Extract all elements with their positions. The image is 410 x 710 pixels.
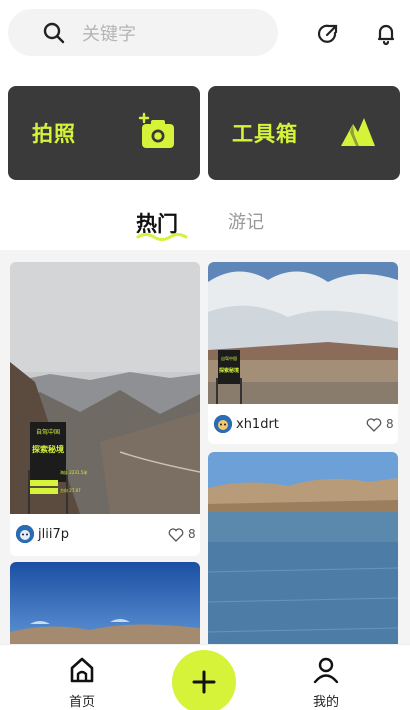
- post-card[interactable]: 自驾中国 探索秘境 海拔 2231.5米 方向 27.07 jlii7p 8: [10, 262, 200, 556]
- sign-text-small-1: 海拔 2231.5米: [60, 469, 87, 475]
- search-placeholder: 关键字: [82, 23, 136, 45]
- post-photo: 自驾中国 探索秘境: [208, 262, 398, 404]
- share-button[interactable]: [314, 20, 342, 48]
- search-box[interactable]: 关键字: [8, 9, 278, 56]
- sign-text-top: 自驾中国: [36, 428, 60, 436]
- heart-icon[interactable]: [168, 527, 184, 543]
- cat-avatar-icon: [16, 525, 34, 543]
- post-footer: jlii7p 8: [10, 514, 200, 554]
- tab-travelogue[interactable]: 游记: [228, 208, 264, 234]
- photo-card[interactable]: 拍照: [8, 86, 200, 180]
- add-post-button[interactable]: [172, 650, 236, 710]
- notification-button[interactable]: [372, 20, 400, 48]
- nav-home[interactable]: 首页: [52, 655, 112, 710]
- nav-me[interactable]: 我的: [296, 655, 356, 710]
- post-photo: [208, 452, 398, 650]
- like-count: 8: [386, 417, 394, 431]
- avatar[interactable]: [214, 415, 232, 433]
- sign-text-main: 探索秘境: [219, 367, 239, 374]
- toolbox-card[interactable]: 工具箱: [208, 86, 400, 180]
- nav-home-label: 首页: [68, 695, 95, 710]
- post-card[interactable]: [208, 452, 398, 650]
- user-icon: [313, 657, 339, 684]
- sign-text-top: 自驾中国: [221, 355, 237, 361]
- post-photo: 自驾中国 探索秘境 海拔 2231.5米 方向 27.07: [10, 262, 200, 514]
- post-photo: [10, 562, 200, 650]
- share-icon: [318, 24, 338, 43]
- search-icon: [43, 22, 65, 44]
- post-card[interactable]: [10, 562, 200, 650]
- photo-card-label: 拍照: [32, 122, 76, 146]
- nav-me-label: 我的: [312, 695, 339, 710]
- toolbox-card-label: 工具箱: [232, 122, 298, 146]
- avatar[interactable]: [16, 525, 34, 543]
- tab-hot-indicator: [136, 233, 188, 241]
- top-bar: 关键字: [0, 0, 410, 66]
- sign-text-main: 探索秘境: [32, 444, 64, 454]
- post-card[interactable]: 自驾中国 探索秘境 xh1drt 8: [208, 262, 398, 444]
- feed-grid: 自驾中国 探索秘境 海拔 2231.5米 方向 27.07 jlii7p 8 自…: [0, 250, 410, 650]
- cat-avatar-icon: [214, 415, 232, 433]
- post-username[interactable]: jlii7p: [38, 527, 69, 542]
- plus-icon: [192, 670, 216, 694]
- feed-tabs: 热门 游记: [0, 202, 410, 246]
- like-count: 8: [188, 527, 196, 541]
- sign-text-small-2: 方向 27.07: [60, 487, 81, 493]
- camera-add-icon: [138, 112, 174, 148]
- post-footer: xh1drt 8: [208, 404, 398, 444]
- home-icon: [70, 657, 94, 683]
- bell-icon: [377, 24, 395, 46]
- mountain-icon: [341, 118, 375, 146]
- post-username[interactable]: xh1drt: [236, 417, 279, 432]
- heart-icon[interactable]: [366, 417, 382, 433]
